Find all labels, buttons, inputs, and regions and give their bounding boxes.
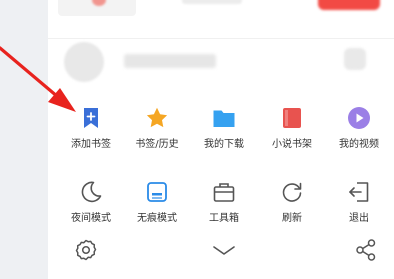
annotation-arrow (0, 46, 76, 112)
